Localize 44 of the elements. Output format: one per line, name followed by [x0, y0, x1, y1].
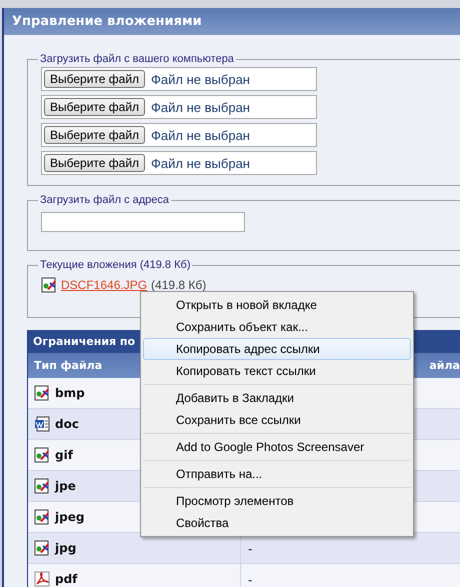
image-file-icon: [34, 478, 50, 494]
menu-item[interactable]: Копировать текст ссылки: [143, 360, 411, 382]
table-cell-text: -: [247, 573, 254, 587]
url-field[interactable]: [41, 212, 245, 232]
file-type: bmp: [55, 386, 85, 400]
menu-item[interactable]: Добавить в Закладки: [143, 387, 411, 409]
file-type: gif: [55, 448, 73, 462]
image-file-icon: [34, 509, 50, 525]
image-file-icon: [34, 385, 50, 401]
file-type: jpeg: [55, 510, 84, 524]
menu-item[interactable]: Свойства: [143, 512, 411, 534]
file-status: Файл не выбран: [151, 128, 250, 142]
file-type: pdf: [55, 572, 78, 586]
attachment-size: (419.8 Кб): [151, 278, 206, 292]
fieldset-legend: Загрузить файл с вашего компьютера: [38, 53, 236, 65]
file-type: jpe: [55, 479, 76, 493]
file-status: Файл не выбран: [151, 100, 250, 114]
choose-file-button[interactable]: Выберите файл: [44, 70, 146, 88]
fieldset-legend: Текущие вложения (419.8 Кб): [38, 259, 192, 271]
document-icon: [34, 416, 50, 432]
file-status: Файл не выбран: [151, 156, 250, 170]
choose-file-button[interactable]: Выберите файл: [44, 126, 146, 144]
menu-item[interactable]: Сохранить все ссылки: [143, 409, 411, 431]
file-input[interactable]: Выберите файл Файл не выбран: [41, 151, 317, 175]
image-file-icon: [41, 277, 57, 293]
file-type: jpg: [55, 541, 76, 555]
attachment-link[interactable]: DSCF1646.JPG: [61, 278, 148, 292]
fieldset-legend: Загрузить файл с адреса: [38, 194, 172, 206]
panel-title: Управление вложениями: [4, 8, 460, 35]
file-type: doc: [55, 417, 79, 431]
menu-item[interactable]: Открыть в новой вкладке: [143, 294, 411, 316]
menu-item[interactable]: Add to Google Photos Screensaver: [143, 436, 411, 458]
menu-item[interactable]: Отправить на...: [143, 463, 411, 485]
file-input[interactable]: Выберите файл Файл не выбран: [41, 67, 317, 91]
file-status: Файл не выбран: [151, 72, 250, 86]
file-input[interactable]: Выберите файл Файл не выбран: [41, 95, 317, 119]
choose-file-button[interactable]: Выберите файл: [44, 98, 146, 116]
menu-item[interactable]: Просмотр элементов: [143, 490, 411, 512]
choose-file-button[interactable]: Выберите файл: [44, 154, 146, 172]
table-cell-text: -: [247, 542, 254, 556]
image-file-icon: [34, 447, 50, 463]
image-file-icon: [34, 540, 50, 556]
file-input[interactable]: Выберите файл Файл не выбран: [41, 123, 317, 147]
menu-item[interactable]: Копировать адрес ссылки: [143, 338, 411, 360]
